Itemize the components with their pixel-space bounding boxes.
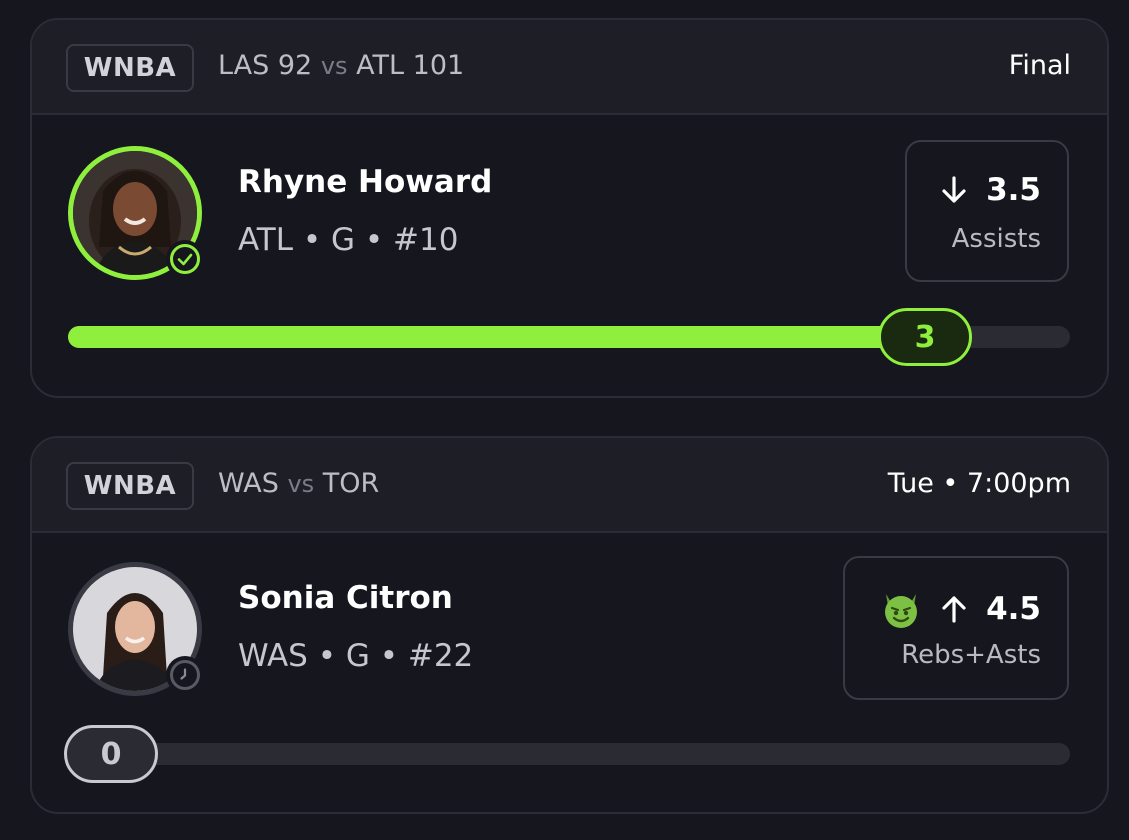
check-icon [177, 253, 193, 266]
clock-icon [180, 668, 187, 680]
status-indicator [166, 240, 204, 278]
card-header: WNBA WAS vs TOR Tue • 7:00pm [32, 438, 1107, 533]
prop-line-box[interactable]: 4.5 Rebs+Asts [843, 556, 1069, 700]
league-badge: WNBA [66, 44, 194, 92]
team-away: WAS [218, 468, 279, 499]
player-avatar-wrap[interactable] [68, 146, 204, 280]
team-home: ATL [356, 50, 405, 81]
score-away: 92 [277, 50, 313, 81]
team-away: LAS [218, 50, 270, 81]
prop-line-value: 3.5 [986, 172, 1041, 208]
status-indicator [166, 656, 204, 694]
game-status: Final [1008, 50, 1071, 81]
prop-stat-type: Assists [951, 224, 1041, 254]
vs-label: vs [287, 470, 315, 498]
player-name[interactable]: Rhyne Howard [238, 164, 492, 200]
arrow-up-icon [942, 596, 966, 623]
card-header: WNBA LAS 92 vs ATL 101 Final [32, 20, 1107, 115]
progress-current-pill: 0 [64, 725, 158, 783]
devil-emoji-icon [885, 594, 918, 628]
prop-stat-type: Rebs+Asts [901, 640, 1041, 670]
progress-track: 3 [68, 308, 1070, 366]
progress-current-pill: 3 [878, 308, 972, 366]
game-status: Tue • 7:00pm [887, 468, 1071, 499]
progress-track: 0 [64, 725, 1070, 783]
prop-line-value: 4.5 [986, 591, 1041, 627]
player-name[interactable]: Sonia Citron [238, 580, 453, 616]
prop-line-value-row: 3.5 [938, 172, 1041, 208]
progress-fill [68, 326, 925, 348]
score-home: 101 [412, 50, 465, 81]
league-badge: WNBA [66, 462, 194, 510]
player-meta: WAS • G • #22 [238, 638, 474, 674]
vs-label: vs [320, 52, 348, 80]
prop-card-rhyne-howard[interactable]: WNBA LAS 92 vs ATL 101 Final Rhyne Howar… [30, 18, 1109, 398]
player-meta: ATL • G • #10 [238, 222, 459, 258]
prop-card-sonia-citron[interactable]: WNBA WAS vs TOR Tue • 7:00pm Sonia Citro… [30, 436, 1109, 814]
team-home: TOR [322, 468, 380, 499]
prop-line-value-row: 4.5 [880, 588, 1041, 630]
player-avatar-wrap[interactable] [68, 562, 204, 696]
arrow-down-icon [942, 176, 966, 203]
game-matchup: LAS 92 vs ATL 101 [218, 50, 464, 81]
game-matchup: WAS vs TOR [218, 468, 379, 499]
prop-line-box[interactable]: 3.5 Assists [905, 140, 1069, 282]
